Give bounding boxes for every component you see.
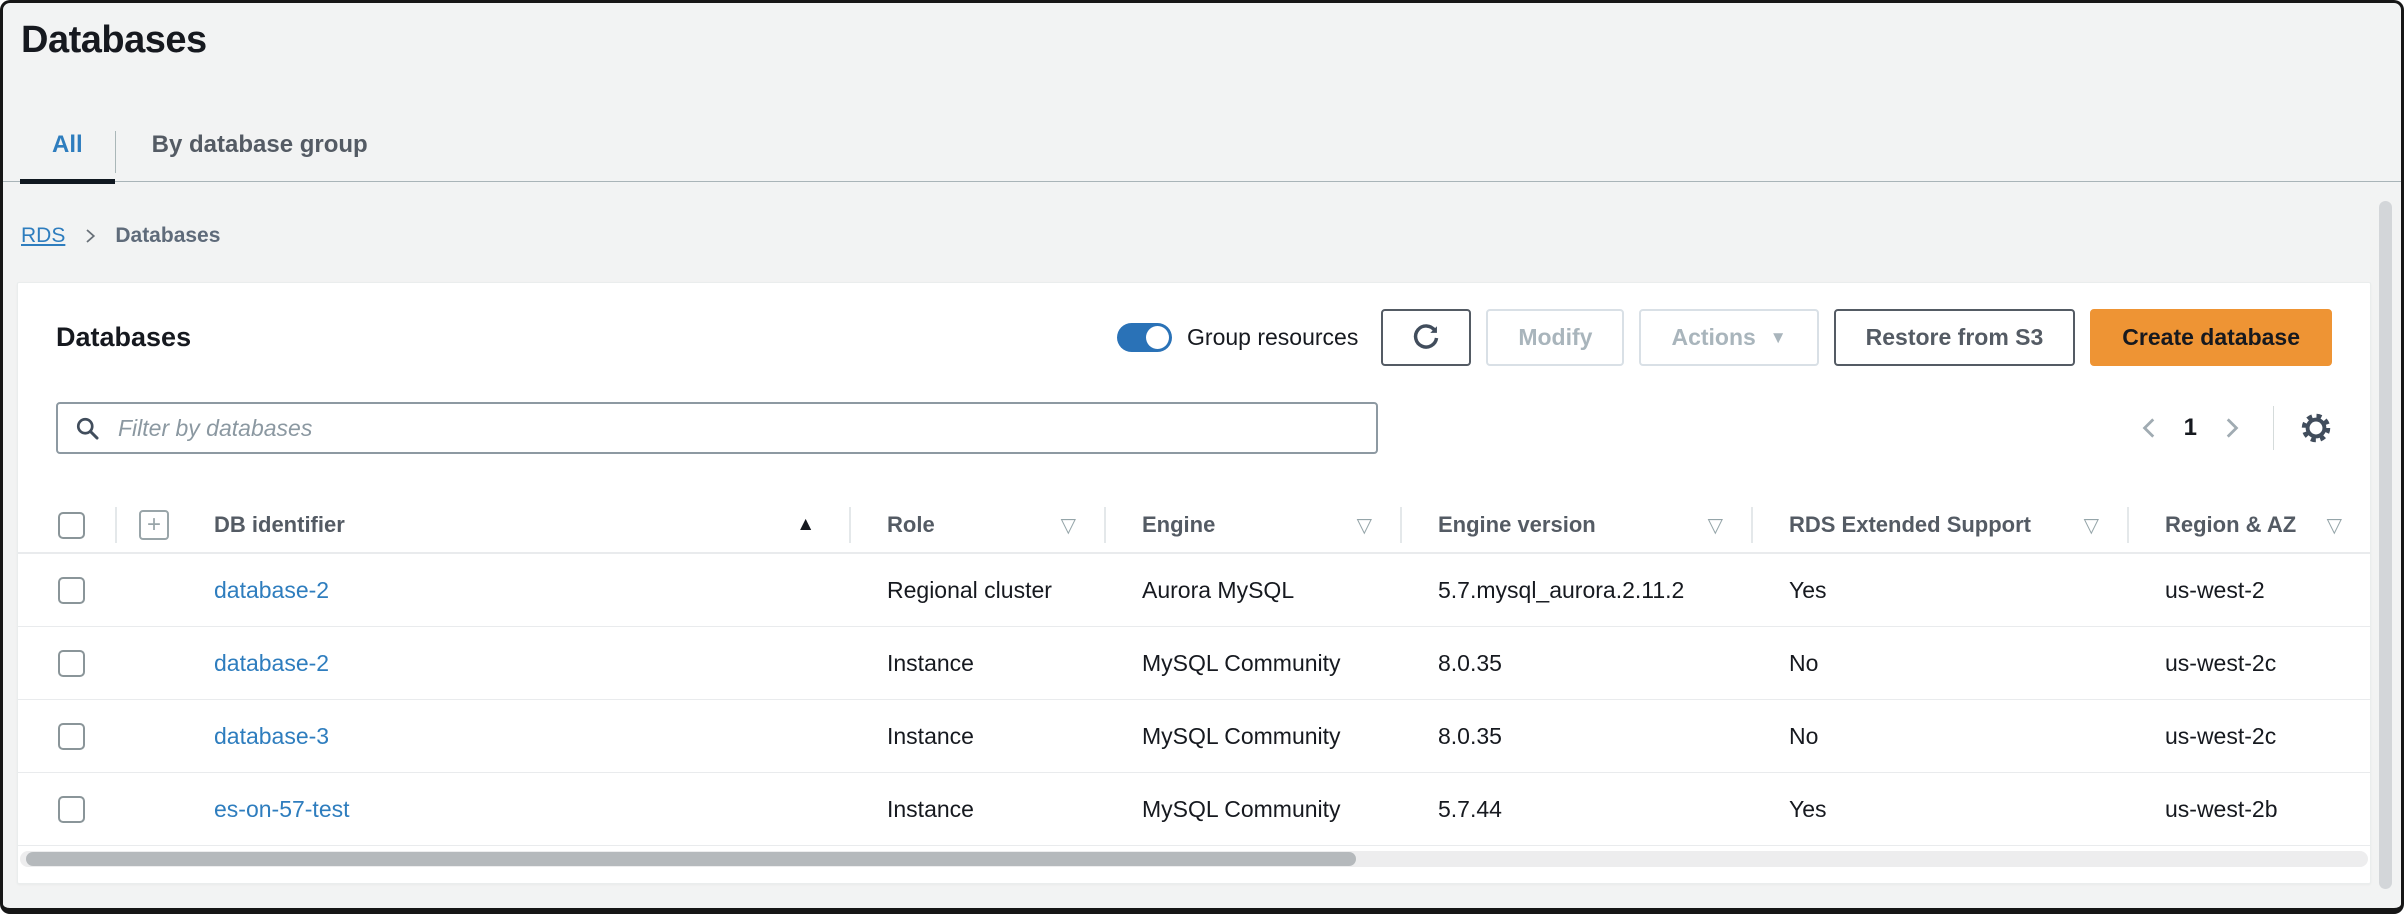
column-header-rds-extended-support[interactable]: RDS Extended Support ▽ [1751,498,2127,552]
column-label: Engine [1142,512,1215,538]
tab-all-label: All [52,131,83,158]
previous-page-button[interactable] [2128,406,2172,450]
sort-ascending-icon: ▲ [796,514,849,536]
db-identifier-link[interactable]: database-3 [214,723,329,749]
refresh-icon [1410,322,1442,354]
engine-cell: Aurora MySQL [1104,577,1400,604]
rds-extended-support-cell: Yes [1751,796,2127,823]
actions-button-label: Actions [1671,324,1755,351]
column-label: RDS Extended Support [1789,512,2031,538]
chevron-left-icon [2137,415,2163,441]
column-header-engine[interactable]: Engine ▽ [1104,498,1400,552]
engine-version-cell: 8.0.35 [1400,723,1751,750]
region-az-cell: us-west-2b [2127,796,2370,823]
filter-caret-icon[interactable]: ▽ [1357,513,1400,538]
engine-cell: MySQL Community [1104,796,1400,823]
table-row: es-on-57-test Instance MySQL Community 5… [18,773,2370,846]
filter-row: 1 [18,366,2370,454]
rds-extended-support-cell: No [1751,650,2127,677]
gear-icon [2298,410,2334,446]
horizontal-scrollbar-thumb[interactable] [26,852,1356,866]
engine-cell: MySQL Community [1104,723,1400,750]
breadcrumb-link-rds[interactable]: RDS [21,224,65,248]
row-checkbox[interactable] [58,650,85,677]
databases-table: + DB identifier ▲ Role ▽ Engine ▽ Engine… [18,498,2370,846]
breadcrumb-current: Databases [115,224,220,248]
engine-version-cell: 5.7.mysql_aurora.2.11.2 [1400,577,1751,604]
engine-cell: MySQL Community [1104,650,1400,677]
role-cell: Instance [849,796,1104,823]
db-identifier-link[interactable]: database-2 [214,577,329,603]
pagination-divider [2273,406,2274,450]
region-az-cell: us-west-2c [2127,723,2370,750]
role-cell: Instance [849,650,1104,677]
page-title: Databases [21,19,2401,62]
search-icon [74,415,101,442]
role-cell: Instance [849,723,1104,750]
refresh-button[interactable] [1381,309,1471,366]
panel-header: Databases Group resources Modify Actions… [18,283,2370,366]
current-page-number: 1 [2184,414,2197,442]
table-row: database-2 Regional cluster Aurora MySQL… [18,554,2370,627]
search-box [56,402,1378,454]
region-az-cell: us-west-2 [2127,577,2370,604]
engine-version-cell: 5.7.44 [1400,796,1751,823]
preferences-button[interactable] [2294,406,2338,450]
engine-version-cell: 8.0.35 [1400,650,1751,677]
databases-panel: Databases Group resources Modify Actions… [17,282,2371,884]
restore-from-s3-button[interactable]: Restore from S3 [1834,309,2076,366]
panel-controls: Group resources Modify Actions ▼ Restore… [1117,309,2332,366]
breadcrumb-chevron-icon [81,227,99,245]
filter-databases-input[interactable] [56,402,1378,454]
filter-caret-icon[interactable]: ▽ [2327,513,2370,538]
row-checkbox[interactable] [58,796,85,823]
next-page-button[interactable] [2209,406,2253,450]
rds-extended-support-cell: Yes [1751,577,2127,604]
db-identifier-link[interactable]: database-2 [214,650,329,676]
actions-dropdown-icon: ▼ [1770,328,1787,348]
filter-caret-icon[interactable]: ▽ [2084,513,2127,538]
column-header-db-identifier[interactable]: + DB identifier ▲ [115,498,849,552]
column-header-engine-version[interactable]: Engine version ▽ [1400,498,1751,552]
horizontal-scrollbar [20,851,2368,867]
vertical-scrollbar-thumb[interactable] [2379,201,2392,889]
tab-all[interactable]: All [20,131,115,181]
column-header-region-az[interactable]: Region & AZ ▽ [2127,498,2370,552]
column-label: Region & AZ [2165,512,2296,538]
role-cell: Regional cluster [849,577,1104,604]
db-identifier-link[interactable]: es-on-57-test [214,796,350,822]
column-header-role[interactable]: Role ▽ [849,498,1104,552]
tab-by-database-group[interactable]: By database group [116,131,404,181]
filter-caret-icon[interactable]: ▽ [1708,513,1751,538]
select-all-cell [18,498,115,552]
table-header-row: + DB identifier ▲ Role ▽ Engine ▽ Engine… [18,498,2370,554]
table-row: database-2 Instance MySQL Community 8.0.… [18,627,2370,700]
tabs-bar: All By database group [3,114,2401,182]
toggle-knob [1146,326,1169,349]
row-checkbox[interactable] [58,723,85,750]
actions-button[interactable]: Actions ▼ [1639,309,1818,366]
breadcrumb: RDS Databases [21,224,2401,248]
rds-extended-support-cell: No [1751,723,2127,750]
tab-by-database-group-label: By database group [152,131,368,158]
filter-caret-icon[interactable]: ▽ [1061,513,1104,538]
group-resources-toggle[interactable] [1117,323,1172,352]
chevron-right-icon [2218,415,2244,441]
group-resources-label: Group resources [1187,324,1358,351]
column-label: Role [887,512,935,538]
expand-all-icon[interactable]: + [139,510,169,540]
pagination: 1 [2128,406,2338,450]
column-label: Engine version [1438,512,1596,538]
create-database-button[interactable]: Create database [2090,309,2332,366]
panel-heading: Databases [56,322,191,353]
rds-console-window: Databases All By database group RDS Data… [0,0,2404,914]
table-row: database-3 Instance MySQL Community 8.0.… [18,700,2370,773]
modify-button[interactable]: Modify [1486,309,1624,366]
region-az-cell: us-west-2c [2127,650,2370,677]
row-checkbox[interactable] [58,577,85,604]
select-all-checkbox[interactable] [58,512,85,539]
column-label: DB identifier [214,512,345,538]
